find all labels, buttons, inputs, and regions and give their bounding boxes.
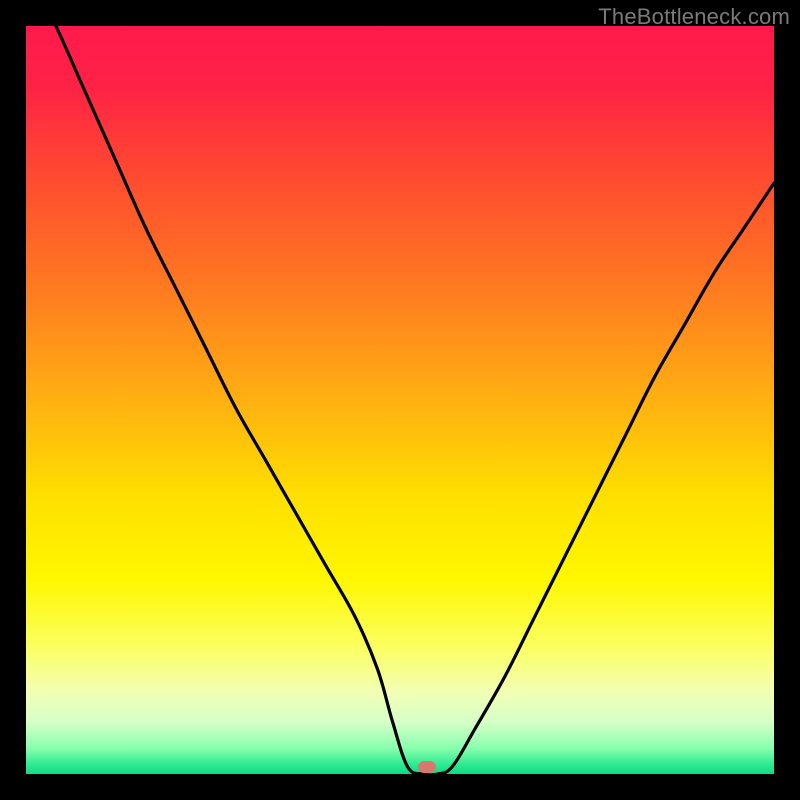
bottleneck-curve <box>26 26 774 774</box>
plot-area <box>26 26 774 774</box>
chart-frame: TheBottleneck.com <box>0 0 800 800</box>
watermark-text: TheBottleneck.com <box>598 4 790 30</box>
optimal-marker <box>418 761 436 773</box>
